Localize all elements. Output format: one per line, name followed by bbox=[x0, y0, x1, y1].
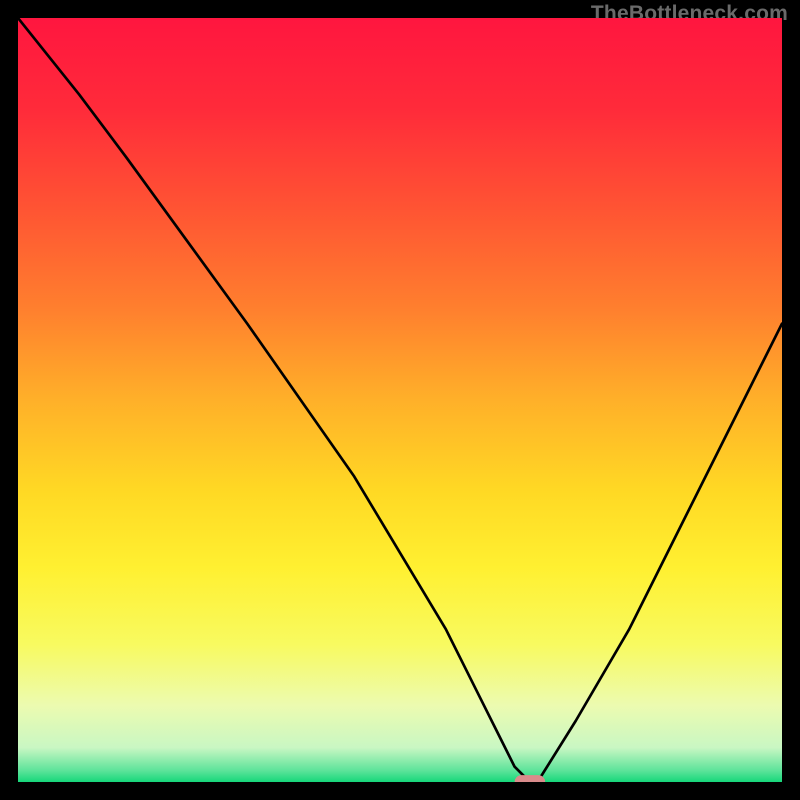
optimum-marker bbox=[515, 775, 546, 782]
chart-frame: TheBottleneck.com bbox=[0, 0, 800, 800]
gradient-rect bbox=[18, 18, 782, 782]
plot-area bbox=[18, 18, 782, 782]
chart-svg bbox=[18, 18, 782, 782]
